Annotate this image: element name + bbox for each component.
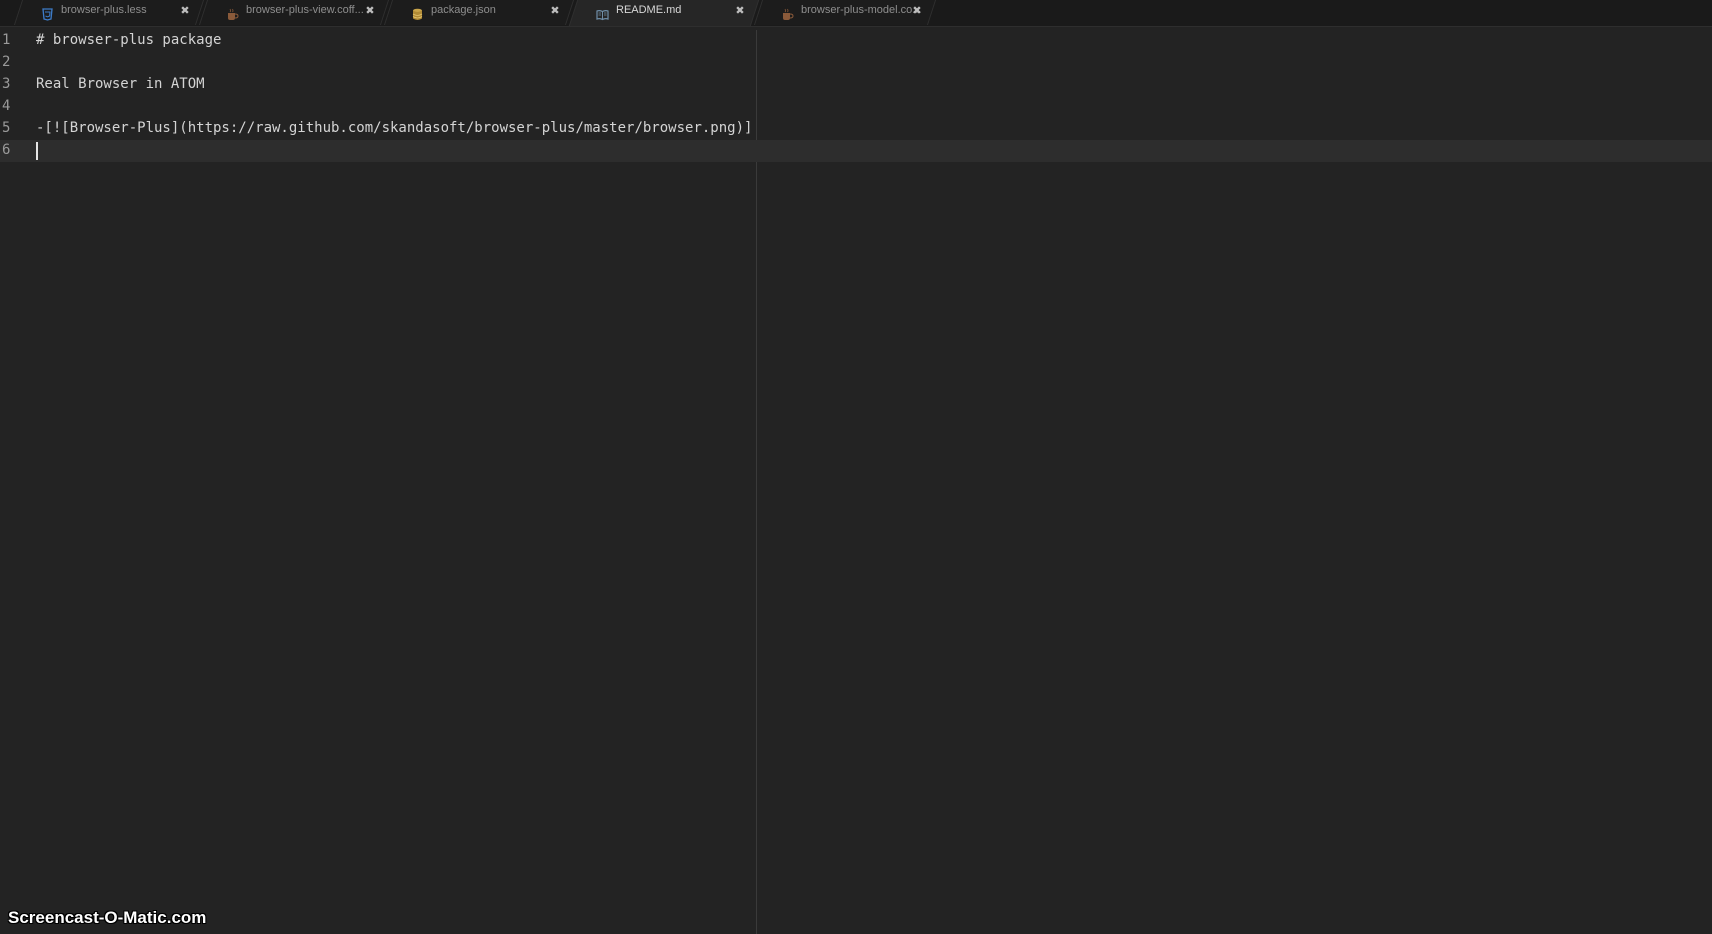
text-editor[interactable]: 1 # browser-plus package 2 3 Real Browse…: [0, 30, 1712, 934]
close-icon[interactable]: ✖: [364, 5, 376, 17]
editor-line-current[interactable]: 6: [0, 140, 1712, 162]
tab-readme-md[interactable]: README.md ✖: [569, 0, 759, 26]
coffee-icon: [781, 8, 794, 21]
tab-label: README.md: [616, 4, 681, 16]
line-text[interactable]: Real Browser in ATOM: [36, 76, 205, 92]
line-number: 4: [2, 98, 26, 114]
close-icon[interactable]: ✖: [734, 5, 746, 17]
watermark: Screencast-O-Matic.com: [8, 908, 206, 928]
tab-label: browser-plus-view.coff...: [246, 4, 364, 16]
atom-editor-window: browser-plus.less ✖ browser-plus-view.co…: [0, 0, 1712, 934]
close-icon[interactable]: ✖: [549, 5, 561, 17]
line-number: 1: [2, 32, 26, 48]
tab-label: browser-plus-model.co...: [801, 4, 921, 16]
line-number: 5: [2, 120, 26, 136]
tab-package-json[interactable]: package.json ✖: [384, 0, 574, 25]
close-icon[interactable]: ✖: [179, 5, 191, 17]
line-text[interactable]: # browser-plus package: [36, 32, 221, 48]
close-icon[interactable]: ✖: [911, 5, 923, 17]
line-number: 2: [2, 54, 26, 70]
editor-line[interactable]: 5 -[![Browser-Plus](https://raw.github.c…: [0, 118, 1712, 140]
book-icon: [596, 8, 609, 21]
editor-line[interactable]: 4: [0, 96, 1712, 118]
line-number: 6: [2, 142, 26, 158]
line-number: 3: [2, 76, 26, 92]
css3-icon: [41, 8, 54, 21]
tab-browser-plus-model[interactable]: browser-plus-model.co... ✖: [754, 0, 936, 25]
coffee-icon: [226, 8, 239, 21]
database-icon: [411, 8, 424, 21]
tab-label: package.json: [431, 4, 496, 16]
line-text[interactable]: -[![Browser-Plus](https://raw.github.com…: [36, 120, 752, 136]
tab-browser-plus-less[interactable]: browser-plus.less ✖: [14, 0, 204, 25]
wrap-guide: [756, 30, 757, 934]
editor-line[interactable]: 1 # browser-plus package: [0, 30, 1712, 52]
tab-browser-plus-view[interactable]: browser-plus-view.coff... ✖: [199, 0, 389, 25]
editor-line[interactable]: 3 Real Browser in ATOM: [0, 74, 1712, 96]
tab-bar: browser-plus.less ✖ browser-plus-view.co…: [0, 0, 1712, 27]
editor-line[interactable]: 2: [0, 52, 1712, 74]
text-cursor: [36, 142, 38, 160]
tab-label: browser-plus.less: [61, 4, 147, 16]
